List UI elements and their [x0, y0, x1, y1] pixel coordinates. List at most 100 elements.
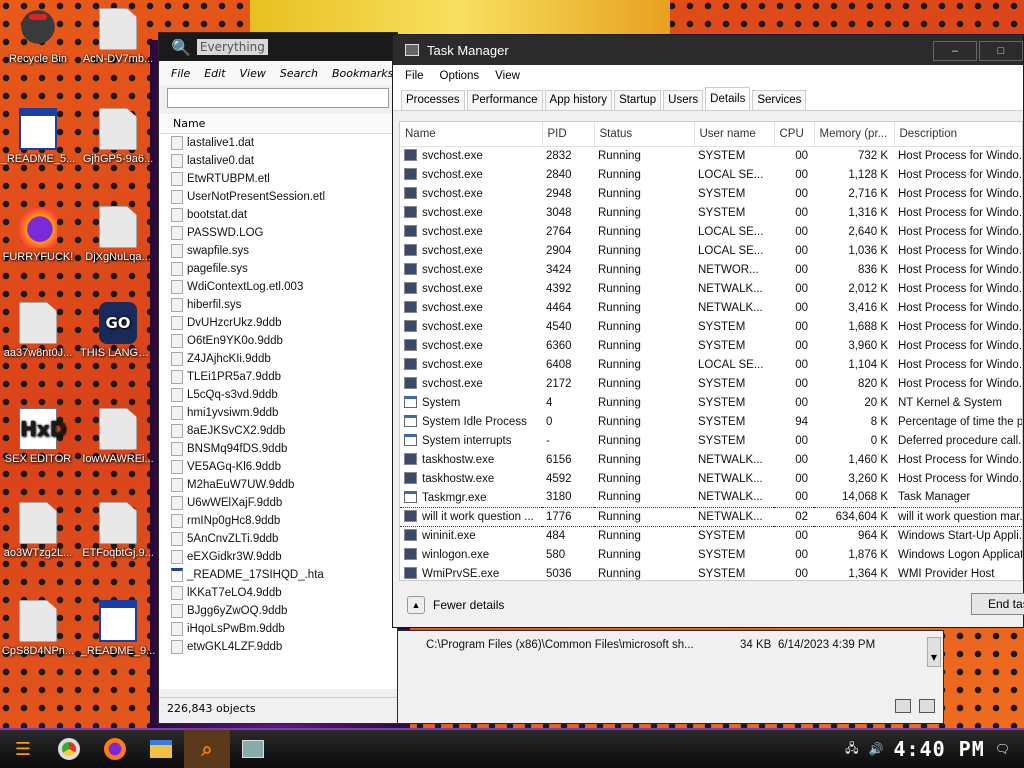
- list-item[interactable]: BNSMq94fDS.9ddb: [171, 440, 397, 458]
- desktop-icon[interactable]: HxD SEX EDITOR: [0, 408, 76, 466]
- tab-details[interactable]: Details: [705, 87, 751, 110]
- table-row[interactable]: taskhostw.exe 6156 Running NETWALK... 00 1,46…: [400, 450, 1022, 469]
- list-item[interactable]: eEXGidkr3W.9ddb: [171, 548, 397, 566]
- table-row[interactable]: System 4 Running SYSTEM 00 20 K NT Kernel & Sy…: [400, 393, 1022, 412]
- scroll-down-arrow[interactable]: ▼: [927, 637, 941, 667]
- table-row[interactable]: svchost.exe 3424 Running NETWOR... 00 836 K Ho…: [400, 260, 1022, 279]
- list-item[interactable]: TLEi1PR5a7.9ddb: [171, 368, 397, 386]
- list-item[interactable]: bootstat.dat: [171, 206, 397, 224]
- tab-services[interactable]: Services: [752, 90, 807, 110]
- desktop-icon[interactable]: _README_9...: [80, 600, 156, 658]
- desktop-icon[interactable]: _README_5...: [0, 108, 76, 166]
- tab-users[interactable]: Users: [663, 90, 704, 110]
- table-row[interactable]: svchost.exe 2764 Running LOCAL SE... 00 2,640…: [400, 222, 1022, 241]
- table-row[interactable]: svchost.exe 2904 Running LOCAL SE... 00 1,036…: [400, 241, 1022, 260]
- column-header[interactable]: Description: [894, 122, 1022, 147]
- table-row[interactable]: svchost.exe 2832 Running SYSTEM 00 732 K Host …: [400, 146, 1022, 165]
- column-header[interactable]: User name: [694, 122, 775, 147]
- list-item[interactable]: etwGKL4LZF.9ddb: [171, 638, 397, 656]
- column-header[interactable]: Name: [400, 122, 543, 147]
- desktop-icon[interactable]: CpS8D4NPn...: [0, 600, 76, 658]
- table-row[interactable]: svchost.exe 4540 Running SYSTEM 00 1,688 K Hos…: [400, 317, 1022, 336]
- chevron-up-icon[interactable]: ▲: [407, 596, 425, 614]
- list-item[interactable]: U6wWElXajF.9ddb: [171, 494, 397, 512]
- desktop-icon[interactable]: FURRYFUCK!: [0, 206, 76, 264]
- maximize-button[interactable]: □: [979, 41, 1023, 61]
- end-task-button[interactable]: End task: [971, 593, 1024, 615]
- list-item[interactable]: O6tEn9YK0o.9ddb: [171, 332, 397, 350]
- list-item[interactable]: WdiContextLog.etl.003: [171, 278, 397, 296]
- file-path[interactable]: C:\Program Files (x86)\Common Files\micr…: [426, 639, 694, 651]
- tm-menu-view[interactable]: View: [495, 70, 520, 82]
- table-row[interactable]: taskhostw.exe 4592 Running NETWALK... 00 3,26…: [400, 469, 1022, 488]
- list-item[interactable]: iHqoLsPwBm.9ddb: [171, 620, 397, 638]
- column-header[interactable]: PID: [542, 122, 595, 147]
- list-item[interactable]: lastalive0.dat: [171, 152, 397, 170]
- table-row[interactable]: System interrupts - Running SYSTEM 00 0 K Defe…: [400, 431, 1022, 450]
- menu-bookmarks[interactable]: Bookmarks: [332, 67, 393, 80]
- desktop-icon[interactable]: GO THIS LANGUAGE ...: [80, 302, 156, 360]
- desktop-icon[interactable]: Recycle Bin: [0, 8, 76, 66]
- table-row[interactable]: svchost.exe 2948 Running SYSTEM 00 2,716 K Hos…: [400, 184, 1022, 203]
- list-item[interactable]: swapfile.sys: [171, 242, 397, 260]
- tab-performance[interactable]: Performance: [466, 90, 543, 110]
- everything-search-input[interactable]: [167, 88, 389, 108]
- desktop-icon[interactable]: AcN-DV7mb...: [80, 8, 156, 66]
- table-row[interactable]: will it work question ... 1776 Running NETW…: [400, 506, 1022, 527]
- menu-edit[interactable]: Edit: [204, 67, 225, 80]
- table-row[interactable]: Taskmgr.exe 3180 Running NETWALK... 00 14,068…: [400, 488, 1022, 507]
- table-row[interactable]: svchost.exe 2172 Running SYSTEM 00 820 K Host …: [400, 374, 1022, 393]
- table-row[interactable]: svchost.exe 2840 Running LOCAL SE... 00 1,128…: [400, 165, 1022, 184]
- list-item[interactable]: Z4JAjhcKIi.9ddb: [171, 350, 397, 368]
- desktop-icon[interactable]: GjhGP5-9a6...: [80, 108, 156, 166]
- list-item[interactable]: VE5AGq-Kl6.9ddb: [171, 458, 397, 476]
- list-item[interactable]: L5cQq-s3vd.9ddb: [171, 386, 397, 404]
- list-item[interactable]: hiberfil.sys: [171, 296, 397, 314]
- list-item[interactable]: lastalive1.dat: [171, 134, 397, 152]
- table-row[interactable]: System Idle Process 0 Running SYSTEM 94 8 K Pe…: [400, 412, 1022, 431]
- tab-app-history[interactable]: App history: [544, 90, 613, 110]
- desktop-icon[interactable]: aa37w8nt0J...: [0, 302, 76, 360]
- list-item[interactable]: EtwRTUBPM.etl: [171, 170, 397, 188]
- minimize-button[interactable]: –: [933, 41, 977, 61]
- desktop-icon[interactable]: DjXgNuLqa...: [80, 206, 156, 264]
- notification-icon[interactable]: 🗨: [995, 742, 1010, 756]
- list-item[interactable]: PASSWD.LOG: [171, 224, 397, 242]
- menu-search[interactable]: Search: [280, 67, 318, 80]
- tab-startup[interactable]: Startup: [614, 90, 662, 110]
- list-item[interactable]: 8aEJKSvCX2.9ddb: [171, 422, 397, 440]
- table-row[interactable]: wininit.exe 484 Running SYSTEM 00 964 K Window…: [400, 526, 1022, 545]
- menu-view[interactable]: View: [240, 67, 266, 80]
- list-item[interactable]: DvUHzcrUkz.9ddb: [171, 314, 397, 332]
- list-item[interactable]: BJgg6yZwOQ.9ddb: [171, 602, 397, 620]
- taskbar-chrome[interactable]: [46, 730, 92, 768]
- table-row[interactable]: WmiPrvSE.exe 5036 Running SYSTEM 00 1,364 K WM…: [400, 564, 1022, 580]
- desktop-icon[interactable]: ETFoqbtGj.9...: [80, 502, 156, 560]
- desktop-icon[interactable]: IowWAWREi...: [80, 408, 156, 466]
- volume-icon[interactable]: 🔊: [869, 742, 884, 756]
- table-row[interactable]: svchost.exe 6408 Running LOCAL SE... 00 1,104…: [400, 355, 1022, 374]
- network-icon[interactable]: 🖧: [845, 739, 858, 760]
- column-header-name[interactable]: Name: [159, 114, 397, 134]
- list-item[interactable]: _README_17SIHQD_.hta: [171, 566, 397, 584]
- clock[interactable]: 4:40 PM: [893, 737, 984, 761]
- table-row[interactable]: svchost.exe 4392 Running NETWALK... 00 2,012 …: [400, 279, 1022, 298]
- table-row[interactable]: winlogon.exe 580 Running SYSTEM 00 1,876 K Win…: [400, 545, 1022, 564]
- desktop-icon[interactable]: ao3WTzg2L...: [0, 502, 76, 560]
- list-item[interactable]: 5AnCnvZLTi.9ddb: [171, 530, 397, 548]
- taskbar-everything[interactable]: ⌕: [184, 730, 230, 768]
- table-row[interactable]: svchost.exe 4464 Running NETWALK... 00 3,416 …: [400, 298, 1022, 317]
- table-row[interactable]: svchost.exe 6360 Running SYSTEM 00 3,960 K Hos…: [400, 336, 1022, 355]
- details-view-icon[interactable]: [895, 699, 911, 713]
- list-item[interactable]: hmi1yvsiwm.9ddb: [171, 404, 397, 422]
- tm-menu-file[interactable]: File: [405, 70, 424, 82]
- column-header[interactable]: Status: [594, 122, 695, 147]
- menu-file[interactable]: File: [171, 67, 190, 80]
- fewer-details-link[interactable]: Fewer details: [433, 598, 504, 612]
- tm-menu-options[interactable]: Options: [440, 70, 480, 82]
- tab-processes[interactable]: Processes: [401, 90, 465, 110]
- thumbnail-view-icon[interactable]: [919, 699, 935, 713]
- taskbar-explorer[interactable]: [138, 730, 184, 768]
- everything-titlebar[interactable]: 🔍 Everything: [159, 33, 397, 61]
- column-header[interactable]: CPU: [774, 122, 815, 147]
